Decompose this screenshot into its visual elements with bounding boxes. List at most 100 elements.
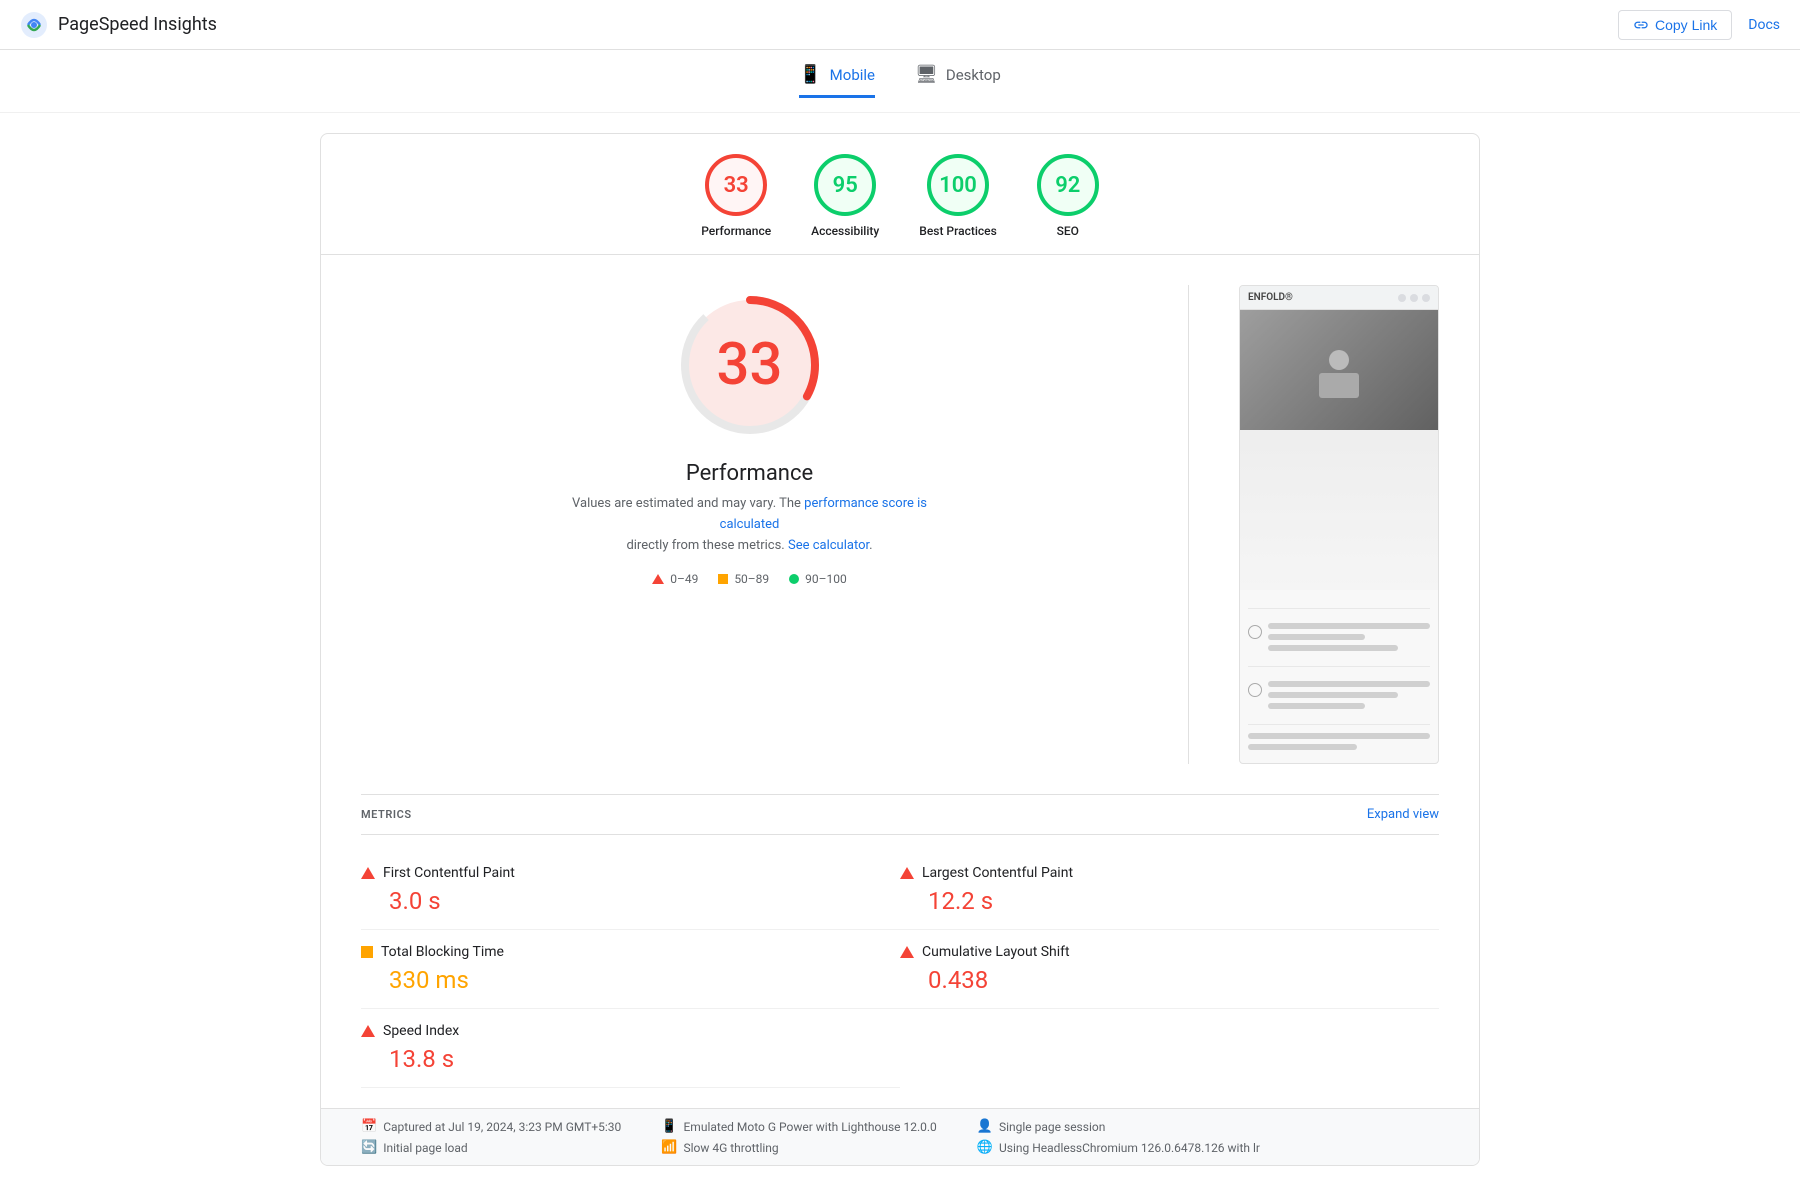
sc-line-5	[1268, 692, 1398, 698]
footer-load-type: 🔄 Initial page load	[361, 1140, 621, 1155]
header: PageSpeed Insights Copy Link Docs	[0, 0, 1800, 50]
metric-indicator-cls	[900, 946, 914, 958]
sc-line-6	[1268, 703, 1365, 709]
sc-dot-3	[1422, 294, 1430, 302]
sc-line-1	[1268, 623, 1430, 629]
footer-throttling-text: Slow 4G throttling	[683, 1141, 778, 1155]
score-card-best-practices[interactable]: 100Best Practices	[919, 154, 997, 238]
expand-view-button[interactable]: Expand view	[1367, 807, 1439, 822]
sc-dot-1	[1398, 294, 1406, 302]
desktop-icon: 🖥	[915, 64, 938, 85]
score-cards: 33 Performance 95 Accessibility 100Best Prac…	[321, 134, 1479, 255]
main-content: 33 Performance 95 Accessibility 100Best Prac…	[300, 113, 1500, 1186]
tab-desktop[interactable]: 🖥 Desktop	[915, 64, 1001, 98]
footer-col-1: 📅 Captured at Jul 19, 2024, 3:23 PM GMT+…	[361, 1119, 621, 1155]
sc-text-1	[1268, 623, 1430, 656]
copy-link-label: Copy Link	[1655, 17, 1717, 33]
reload-icon: 🔄	[361, 1140, 377, 1155]
metric-name-lcp: Largest Contentful Paint	[922, 865, 1073, 881]
perf-description: Values are estimated and may vary. The p…	[560, 494, 940, 556]
footer-browser: 🌐 Using HeadlessChromium 126.0.6478.126 …	[977, 1140, 1260, 1155]
red-triangle-icon	[900, 867, 914, 879]
score-circle-accessibility: 95	[814, 154, 876, 216]
metric-indicator-fcp	[361, 867, 375, 879]
sc-line-2	[1268, 634, 1365, 640]
score-label-accessibility: Accessibility	[811, 224, 879, 238]
big-score-wrap: 33	[670, 285, 830, 445]
metrics-title: METRICS	[361, 808, 412, 821]
score-circle-seo: 92	[1037, 154, 1099, 216]
metric-header-lcp: Largest Contentful Paint	[900, 865, 1419, 881]
metric-header-cls: Cumulative Layout Shift	[900, 944, 1419, 960]
footer-load-text: Initial page load	[383, 1141, 467, 1155]
footer-capture-text: Captured at Jul 19, 2024, 3:23 PM GMT+5:…	[383, 1120, 621, 1134]
metric-indicator-lcp	[900, 867, 914, 879]
sc-dot-2	[1410, 294, 1418, 302]
big-score-number: 33	[717, 331, 783, 399]
sc-line-7	[1248, 733, 1430, 739]
metrics-section: METRICS Expand view First Contentful Pai…	[321, 794, 1479, 1108]
tab-mobile-label: Mobile	[830, 66, 875, 84]
screenshot-brand: ENFOLD®	[1248, 292, 1293, 303]
metric-name-si: Speed Index	[383, 1023, 459, 1039]
sc-line-3	[1268, 645, 1398, 651]
sc-row-1	[1248, 623, 1430, 656]
metric-value-fcp: 3.0 s	[361, 887, 880, 915]
footer-col-3: 👤 Single page session 🌐 Using HeadlessCh…	[977, 1119, 1260, 1155]
screenshot-controls	[1398, 294, 1430, 302]
score-circle-performance: 33	[705, 154, 767, 216]
needs-improvement-icon	[718, 574, 728, 584]
metric-name-cls: Cumulative Layout Shift	[922, 944, 1070, 960]
tab-desktop-label: Desktop	[946, 66, 1001, 84]
docs-link[interactable]: Docs	[1748, 17, 1780, 33]
wifi-icon: 📶	[661, 1140, 677, 1155]
copy-link-button[interactable]: Copy Link	[1618, 10, 1732, 40]
copy-link-icon	[1633, 17, 1649, 33]
footer-session: 👤 Single page session	[977, 1119, 1260, 1134]
perf-left: 33 Performance Values are estimated and …	[361, 285, 1138, 586]
perf-screenshot: ENFOLD®	[1239, 285, 1439, 764]
metric-item-cls: Cumulative Layout Shift0.438	[900, 930, 1439, 1009]
metric-item-lcp: Largest Contentful Paint12.2 s	[900, 851, 1439, 930]
app-title: PageSpeed Insights	[58, 14, 217, 35]
footer-emulated: 📱 Emulated Moto G Power with Lighthouse …	[661, 1119, 937, 1134]
legend-needs-improvement: 50–89	[718, 572, 769, 586]
metric-indicator-tbt	[361, 946, 373, 958]
placeholder-figure	[1309, 340, 1369, 400]
poor-range: 0–49	[670, 572, 698, 586]
metric-name-tbt: Total Blocking Time	[381, 944, 504, 960]
perf-desc-text: Values are estimated and may vary. The	[572, 496, 804, 511]
sc-icon-2	[1248, 683, 1262, 697]
score-card-seo[interactable]: 92SEO	[1037, 154, 1099, 238]
screenshot-content	[1240, 590, 1438, 763]
metric-header-si: Speed Index	[361, 1023, 880, 1039]
metrics-header: METRICS Expand view	[361, 794, 1439, 835]
perf-calc-link[interactable]: See calculator	[788, 538, 869, 553]
footer-throttling: 📶 Slow 4G throttling	[661, 1140, 937, 1155]
good-icon	[789, 574, 799, 584]
performance-section: 33 Performance Values are estimated and …	[321, 255, 1479, 794]
person-icon: 👤	[977, 1119, 993, 1134]
browser-icon: 🌐	[977, 1140, 993, 1155]
sc-text-2	[1268, 681, 1430, 714]
red-triangle-icon	[900, 946, 914, 958]
metric-header-fcp: First Contentful Paint	[361, 865, 880, 881]
tab-mobile[interactable]: 📱 Mobile	[799, 64, 875, 98]
score-label-performance: Performance	[701, 224, 771, 238]
metric-item-tbt: Total Blocking Time 330 ms	[361, 930, 900, 1009]
vertical-divider	[1188, 285, 1189, 764]
score-card-accessibility[interactable]: 95 Accessibility	[811, 154, 879, 238]
header-right: Copy Link Docs	[1618, 10, 1780, 40]
score-label-best-practices: Best Practices	[919, 224, 997, 238]
sc-section-3	[1248, 724, 1430, 750]
calendar-icon: 📅	[361, 1119, 377, 1134]
footer-emulated-text: Emulated Moto G Power with Lighthouse 12…	[683, 1120, 936, 1134]
tab-bar: 📱 Mobile 🖥 Desktop	[0, 50, 1800, 113]
metric-item-fcp: First Contentful Paint 3.0 s	[361, 851, 900, 930]
score-card-performance[interactable]: 33 Performance	[701, 154, 771, 238]
metric-value-tbt: 330 ms	[361, 966, 880, 994]
footer-bar: 📅 Captured at Jul 19, 2024, 3:23 PM GMT+…	[321, 1108, 1479, 1165]
perf-desc-mid: directly from these metrics.	[626, 538, 784, 553]
perf-desc-end: .	[869, 538, 872, 553]
legend-poor: 0–49	[652, 572, 698, 586]
